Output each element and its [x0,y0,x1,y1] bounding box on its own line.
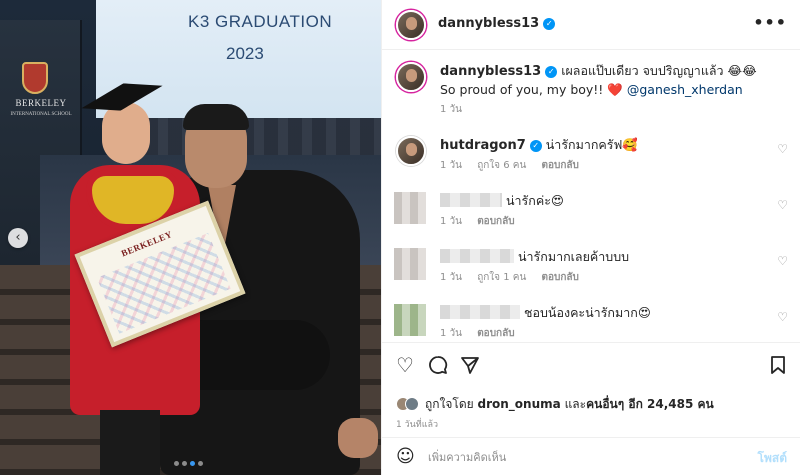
likes-count-link[interactable]: คนอื่นๆ อีก 24,485 คน [586,397,714,411]
man-hand [338,418,378,458]
comment-item: น่ารักมากเลยค้าบบบ 1 วัน ถูกใจ 1 คน ตอบก… [394,248,794,300]
blurred-commenter-avatar[interactable] [394,248,426,280]
caption-line1: เผลอแป๊บเดียว จบปริญญาแล้ว 😂😂 [561,63,757,78]
comment-time: 1 วัน [440,272,462,283]
screen-title: K3 GRADUATION [188,12,333,31]
red-heart-emoji: ❤️ [607,82,623,97]
blurred-commenter-avatar[interactable] [394,192,426,224]
comment-bubble-svg [429,356,448,374]
comment-like-heart-icon[interactable]: ♡ [777,198,788,212]
likes-summary: ถูกใจโดย dron_onuma และคนอื่นๆ อีก 24,48… [396,395,714,413]
comment-likes[interactable]: ถูกใจ 1 คน [477,272,526,283]
screen-year: 2023 [226,44,264,63]
school-crest-icon [22,62,48,94]
comment-text: hutdragon7 ✓ น่ารักมากครัฟ🥰 [440,136,760,155]
blurred-username[interactable] [440,305,520,319]
caption-time: 1 วัน [440,104,462,115]
post-comment-button[interactable]: โพสต์ [758,449,787,468]
verified-badge-icon: ✓ [529,140,542,152]
child-legs [100,410,160,475]
likes-middle: และ [560,396,587,411]
avatar-face [406,69,417,82]
comment-time: 1 วัน [440,328,462,339]
carousel-dot [182,461,187,466]
reply-button[interactable]: ตอบกลับ [541,272,578,283]
caption-username[interactable]: dannybless13 [440,64,541,79]
comment-like-heart-icon[interactable]: ♡ [777,310,788,324]
caption-mention-link[interactable]: @ganesh_xherdan [627,82,743,97]
author-name-row: dannybless13 ✓ [438,16,556,31]
comment-meta: 1 วัน ตอบกลับ [440,214,527,229]
caption-text: dannybless13 ✓ เผลอแป๊บเดียว จบปริญญาแล้ว… [440,62,790,119]
instagram-post-modal: BERKELEY INTERNATIONAL SCHOOL K3 GRADUAT… [0,0,800,475]
comment-icon[interactable] [428,355,448,378]
man-hair [183,104,249,130]
author-avatar[interactable] [396,10,426,40]
comment-item: hutdragon7 ✓ น่ารักมากครัฟ🥰 1 วัน ถูกใจ 6… [394,136,794,188]
avatar-face [406,143,417,156]
posted-time[interactable]: 1 วันที่แล้ว [396,417,438,431]
comment-text: น่ารักมากเลยค้าบบบ [440,248,760,266]
carousel-dots [174,461,203,466]
comment-meta: 1 วัน ถูกใจ 1 คน ตอบกลับ [440,270,591,285]
paper-plane-svg [461,357,479,374]
comment-likes[interactable]: ถูกใจ 6 คน [477,160,526,171]
comment-input[interactable] [428,446,728,468]
post-actions: ♡ ถูกใจโดย dron_onuma และคนอื่นๆ อีก 24,… [382,342,800,475]
carousel-dot [198,461,203,466]
comment-text: น่ารักค่ะ😍 [440,192,760,210]
comment-text: ชอบน้องคะน่ารักมาก😍 [440,304,760,322]
comment-meta: 1 วัน ถูกใจ 6 คน ตอบกลับ [440,158,591,173]
emoji-icon[interactable]: ☺ [396,446,415,467]
verified-badge-icon: ✓ [543,18,556,30]
heart-icon[interactable]: ♡ [396,355,414,375]
podium-school-name: BERKELEY [15,98,67,108]
comment-body: น่ารักมากครัฟ🥰 [545,137,638,152]
comment-body: น่ารักมากเลยค้าบบบ [517,249,630,264]
comment-time: 1 วัน [440,216,462,227]
comment-body: น่ารักค่ะ😍 [505,193,564,208]
blurred-username[interactable] [440,249,514,263]
carousel-dot [174,461,179,466]
bookmark-icon[interactable] [769,355,787,378]
more-options-button[interactable]: ••• [753,13,787,32]
reply-button[interactable]: ตอบกลับ [477,216,514,227]
podium-school-subtitle: INTERNATIONAL SCHOOL [10,112,72,117]
post-side-panel: dannybless13 ✓ ••• dannybless13 ✓ เผลอแป๊บ… [381,0,800,475]
comment-meta: 1 วัน ตอบกลับ [440,326,527,341]
add-comment-bar: ☺ โพสต์ [382,437,800,475]
commenter-username[interactable]: hutdragon7 [440,138,526,153]
share-icon[interactable] [460,355,480,378]
child-head [102,102,150,164]
comment-like-heart-icon[interactable]: ♡ [777,142,788,156]
comment-like-heart-icon[interactable]: ♡ [777,254,788,268]
caption-line2: So proud of you, my boy!! [440,82,608,97]
reply-button[interactable]: ตอบกลับ [541,160,578,171]
likes-prefix: ถูกใจโดย [425,396,478,411]
comment-body: ชอบน้องคะน่ารักมาก😍 [523,305,651,320]
post-header: dannybless13 ✓ ••• [382,0,800,50]
caption-author-avatar[interactable] [396,62,426,92]
blurred-commenter-avatar[interactable] [394,304,426,336]
comment-item: น่ารักค่ะ😍 1 วัน ตอบกลับ ♡ [394,192,794,244]
reply-button[interactable]: ตอบกลับ [477,328,514,339]
avatar-face [406,17,417,30]
liker-avatar [405,397,419,411]
author-username[interactable]: dannybless13 [438,16,539,31]
liker-username[interactable]: dron_onuma [478,397,561,411]
likes-text: ถูกใจโดย dron_onuma และคนอื่นๆ อีก 24,48… [425,395,714,414]
carousel-prev-button[interactable]: ‹ [8,228,28,248]
blurred-username[interactable] [440,193,502,207]
post-photo[interactable]: BERKELEY INTERNATIONAL SCHOOL K3 GRADUAT… [0,0,381,475]
commenter-avatar[interactable] [396,136,426,166]
projection-screen: K3 GRADUATION 2023 [96,0,381,118]
carousel-dot-active [190,461,195,466]
verified-badge-icon: ✓ [545,66,558,78]
bookmark-svg [771,356,785,374]
comment-time: 1 วัน [440,160,462,171]
